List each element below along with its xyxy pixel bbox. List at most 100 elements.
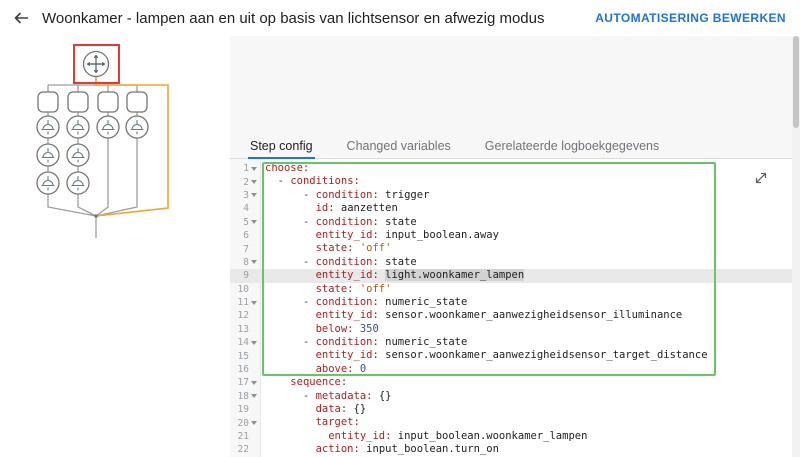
fold-toggle-icon[interactable] <box>249 418 259 428</box>
fold-toggle-icon[interactable] <box>249 378 259 388</box>
gutter-row: 11 <box>230 296 260 309</box>
expand-diagonal-icon <box>755 172 767 184</box>
tab-step-config[interactable]: Step config <box>248 133 315 159</box>
code-line[interactable]: entity_id: light.woonkamer_lampen <box>261 269 800 283</box>
editor-gutter: 1 2 3 4 5 6 7 8 9 10 11 12 13 14 15 16 17 18 19 20 21 22 <box>230 159 261 457</box>
code-line[interactable]: - condition: numeric_state <box>261 336 800 349</box>
lamp-node[interactable] <box>36 143 60 167</box>
code-line[interactable]: choose: <box>261 162 800 175</box>
code-line[interactable]: data: {} <box>261 403 800 416</box>
lamp-node[interactable] <box>66 143 90 167</box>
code-line[interactable]: target: <box>261 416 800 429</box>
fold-toggle-icon[interactable] <box>249 177 259 187</box>
line-number: 4 <box>243 203 249 215</box>
graph-panel <box>0 36 230 457</box>
trace-detail-panel: Step config Changed variables Gerelateerde… <box>230 36 800 457</box>
expand-editor-button[interactable] <box>748 165 774 191</box>
scrollbar-thumb[interactable] <box>793 36 799 128</box>
fold-toggle-icon[interactable] <box>249 298 259 308</box>
graph-lines <box>47 76 138 238</box>
panel-empty-area <box>230 36 800 133</box>
gutter-row: 14 <box>230 336 260 349</box>
gutter-row: 5 <box>230 216 260 229</box>
automation-graph <box>36 44 169 238</box>
code-line[interactable]: entity_id: sensor.woonkamer_aanwezigheid… <box>261 349 800 362</box>
gutter-row: 21 <box>230 430 260 443</box>
line-number: 1 <box>243 163 249 175</box>
root-move-node[interactable] <box>82 50 110 78</box>
header: Woonkamer - lampen aan en uit op basis v… <box>0 0 800 36</box>
option-node[interactable] <box>67 91 89 113</box>
back-button[interactable] <box>4 1 38 35</box>
lamp-node[interactable] <box>36 115 60 139</box>
selected-token[interactable]: light.woonkamer_lampen <box>385 269 525 282</box>
code-line[interactable]: - metadata: {} <box>261 390 800 403</box>
code-line[interactable]: - condition: state <box>261 216 800 229</box>
lamp-node[interactable] <box>66 171 90 195</box>
code-line[interactable]: above: 0 <box>261 363 800 376</box>
lamp-node[interactable] <box>66 115 90 139</box>
option-node[interactable] <box>97 91 119 113</box>
fold-toggle-icon[interactable] <box>249 391 259 401</box>
fold-toggle-icon[interactable] <box>249 190 259 200</box>
code-line[interactable]: entity_id: sensor.woonkamer_aanwezigheid… <box>261 309 800 322</box>
code-line[interactable]: below: 350 <box>261 323 800 336</box>
code-line[interactable]: sequence: <box>261 376 800 389</box>
line-number: 12 <box>237 310 249 322</box>
line-number: 6 <box>243 230 249 242</box>
code-line[interactable]: action: input_boolean.turn_on <box>261 443 800 456</box>
fold-toggle-icon[interactable] <box>249 164 259 174</box>
code-line[interactable]: entity_id: input_boolean.away <box>261 229 800 242</box>
edit-automation-link[interactable]: AUTOMATISERING BEWERKEN <box>595 11 786 25</box>
option-node[interactable] <box>126 91 148 113</box>
gutter-row: 6 <box>230 229 260 242</box>
line-number: 16 <box>237 364 249 376</box>
gutter-row: 18 <box>230 390 260 403</box>
tab-gerelateerde-logboekgegevens[interactable]: Gerelateerde logboekgegevens <box>483 133 661 158</box>
lamp-node[interactable] <box>125 115 149 139</box>
code-line[interactable]: id: aanzetten <box>261 202 800 215</box>
line-number: 3 <box>243 189 249 201</box>
gutter-row: 2 <box>230 175 260 188</box>
fold-toggle-icon[interactable] <box>249 338 259 348</box>
page-title: Woonkamer - lampen aan en uit op basis v… <box>42 9 545 27</box>
line-number: 11 <box>237 297 249 309</box>
gutter-row: 1 <box>230 162 260 175</box>
merge-point <box>94 214 98 218</box>
code-line[interactable]: - condition: state <box>261 256 800 269</box>
gutter-row: 13 <box>230 323 260 336</box>
line-number: 17 <box>237 377 249 389</box>
code-line[interactable]: state: 'off' <box>261 283 800 296</box>
tab-changed-variables[interactable]: Changed variables <box>345 133 453 158</box>
gutter-row: 17 <box>230 376 260 389</box>
code-line[interactable]: state: 'off' <box>261 242 800 255</box>
graph-nodes <box>36 91 149 195</box>
code-line[interactable]: - condition: numeric_state <box>261 296 800 309</box>
editor-code[interactable]: choose: - conditions: - condition: trigg… <box>261 159 800 457</box>
line-number: 2 <box>243 176 249 188</box>
fold-toggle-icon[interactable] <box>249 257 259 267</box>
line-number: 15 <box>237 350 249 362</box>
line-number: 5 <box>243 216 249 228</box>
option-node[interactable] <box>37 91 59 113</box>
code-line[interactable]: entity_id: input_boolean.woonkamer_lampe… <box>261 430 800 443</box>
code-line[interactable]: - condition: trigger <box>261 189 800 202</box>
gutter-row: 12 <box>230 309 260 322</box>
fold-toggle-icon[interactable] <box>249 217 259 227</box>
code-line[interactable]: - conditions: <box>261 175 800 188</box>
lamp-node[interactable] <box>96 115 120 139</box>
lamp-node[interactable] <box>36 171 60 195</box>
gutter-row: 22 <box>230 443 260 456</box>
gutter-row: 15 <box>230 349 260 362</box>
gutter-row: 20 <box>230 416 260 429</box>
yaml-editor[interactable]: 1 2 3 4 5 6 7 8 9 10 11 12 13 14 15 16 17 18 19 20 21 22 choo… <box>230 159 800 457</box>
gutter-row: 7 <box>230 242 260 255</box>
